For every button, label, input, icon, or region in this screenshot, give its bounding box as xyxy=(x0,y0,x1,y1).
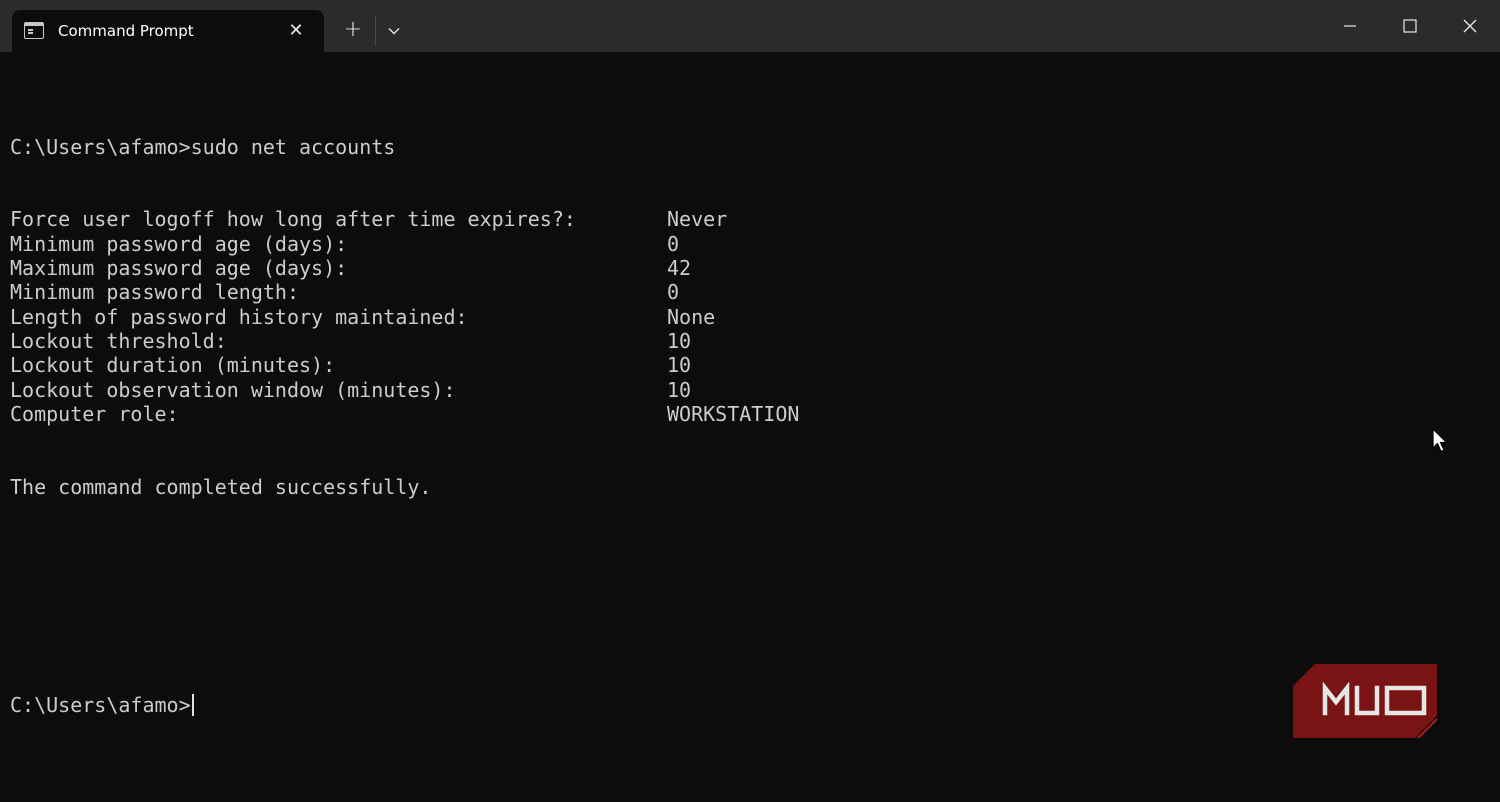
new-tab-button[interactable]: + xyxy=(338,16,368,46)
title-bar[interactable]: Command Prompt ✕ + xyxy=(0,0,1500,52)
command-line: C:\Users\afamo>sudo net accounts xyxy=(10,134,396,159)
tab-separator xyxy=(375,16,376,46)
muo-logo xyxy=(1293,664,1437,738)
output-row: Lockout threshold: 10 xyxy=(10,329,1490,353)
minimize-icon xyxy=(1344,25,1356,27)
setting-name: Computer role: xyxy=(10,401,179,426)
close-icon xyxy=(1463,19,1477,33)
setting-name: Minimum password age (days): xyxy=(10,231,348,256)
setting-value: Never xyxy=(667,207,728,232)
setting-value: 42 xyxy=(667,256,692,281)
setting-name: Lockout threshold: xyxy=(10,328,227,353)
close-tab-button[interactable]: ✕ xyxy=(284,19,308,43)
setting-name: Length of password history maintained: xyxy=(10,304,468,329)
setting-name: Lockout duration (minutes): xyxy=(10,353,336,378)
output-row: Computer role: WORKSTATION xyxy=(10,402,1490,426)
maximize-button[interactable] xyxy=(1380,0,1440,52)
tab-dropdown-button[interactable] xyxy=(380,16,408,46)
terminal-icon xyxy=(24,22,44,39)
close-window-button[interactable] xyxy=(1440,0,1500,52)
setting-value: 10 xyxy=(667,328,692,353)
setting-name: Force user logoff how long after time ex… xyxy=(10,207,576,232)
output-row: Lockout duration (minutes): 10 xyxy=(10,353,1490,377)
setting-value: None xyxy=(667,304,716,329)
status-line: The command completed successfully. xyxy=(10,474,432,499)
setting-value: 10 xyxy=(667,353,692,378)
output-row: Maximum password age (days): 42 xyxy=(10,256,1490,280)
mouse-pointer-icon xyxy=(1432,428,1448,453)
prompt-line[interactable]: C:\Users\afamo> xyxy=(10,693,1490,717)
output-row: Length of password history maintained: No… xyxy=(10,305,1490,329)
output-row: Minimum password length: 0 xyxy=(10,280,1490,304)
maximize-icon xyxy=(1403,19,1417,33)
output-rows: Force user logoff how long after time ex… xyxy=(10,207,1490,426)
setting-value: WORKSTATION xyxy=(667,401,800,426)
tab-command-prompt[interactable]: Command Prompt ✕ xyxy=(12,10,324,52)
prompt-text: C:\Users\afamo> xyxy=(10,693,191,718)
setting-value: 0 xyxy=(667,231,680,256)
output-row: Minimum password age (days): 0 xyxy=(10,232,1490,256)
setting-name: Maximum password age (days): xyxy=(10,256,348,281)
setting-name: Lockout observation window (minutes): xyxy=(10,377,456,402)
setting-name: Minimum password length: xyxy=(10,280,299,305)
output-row: Lockout observation window (minutes): 10 xyxy=(10,378,1490,402)
setting-value: 0 xyxy=(667,280,680,305)
terminal-output[interactable]: C:\Users\afamo>sudo net accounts Force u… xyxy=(10,86,1490,786)
tab-title: Command Prompt xyxy=(58,22,194,40)
chevron-down-icon xyxy=(388,28,400,35)
minimize-button[interactable] xyxy=(1320,0,1380,52)
setting-value: 10 xyxy=(667,377,692,402)
terminal-window: Command Prompt ✕ + C:\Users\afamo>sudo n… xyxy=(0,0,1500,802)
output-row: Force user logoff how long after time ex… xyxy=(10,207,1490,231)
text-caret xyxy=(191,694,194,717)
